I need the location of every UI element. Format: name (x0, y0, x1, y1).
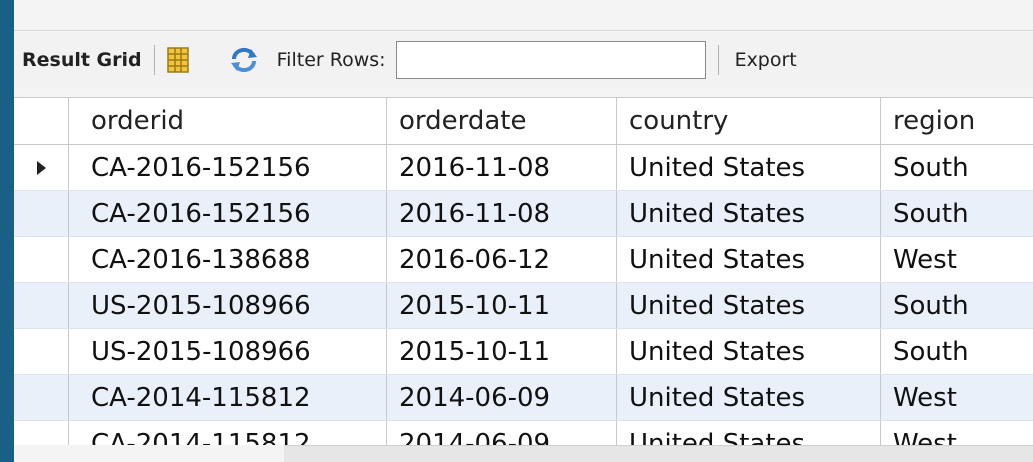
column-header-country[interactable]: country (617, 98, 881, 144)
cell-orderid[interactable]: CA-2016-138688 (69, 237, 387, 282)
cell-region[interactable]: South (881, 145, 1033, 190)
cell-country[interactable]: United States (617, 283, 881, 328)
table-row[interactable]: CA-2016-152156 2016-11-08 United States … (14, 145, 1033, 191)
row-header[interactable] (14, 375, 69, 420)
table-row[interactable]: US-2015-108966 2015-10-11 United States … (14, 329, 1033, 375)
cell-region[interactable]: South (881, 283, 1033, 328)
row-header[interactable] (14, 329, 69, 374)
column-header-orderdate[interactable]: orderdate (387, 98, 617, 144)
export-button[interactable]: Export (735, 49, 797, 71)
grid-footer-blank (14, 445, 284, 462)
cell-region[interactable]: South (881, 191, 1033, 236)
result-grid: orderid orderdate country region CA-2016… (14, 97, 1033, 462)
cell-orderdate[interactable]: 2016-11-08 (387, 191, 617, 236)
row-header[interactable] (14, 237, 69, 282)
result-grid-title[interactable]: Result Grid (22, 49, 142, 71)
table-row[interactable]: CA-2014-115812 2014-06-09 United States … (14, 375, 1033, 421)
cell-region[interactable]: West (881, 237, 1033, 282)
cell-orderdate[interactable]: 2015-10-11 (387, 283, 617, 328)
result-toolbar: Result Grid Filter Rows: Export (14, 31, 1033, 89)
cell-country[interactable]: United States (617, 237, 881, 282)
cell-orderdate[interactable]: 2015-10-11 (387, 329, 617, 374)
row-header[interactable] (14, 191, 69, 236)
table-row[interactable]: CA-2016-152156 2016-11-08 United States … (14, 191, 1033, 237)
cell-country[interactable]: United States (617, 191, 881, 236)
toolbar-separator-2 (717, 45, 719, 75)
horizontal-scrollbar[interactable] (284, 445, 1033, 462)
row-header-corner[interactable] (14, 98, 69, 144)
refresh-icon[interactable] (229, 47, 259, 73)
cell-orderid[interactable]: CA-2014-115812 (69, 375, 387, 420)
cell-country[interactable]: United States (617, 145, 881, 190)
cell-orderdate[interactable]: 2016-06-12 (387, 237, 617, 282)
cell-orderid[interactable]: US-2015-108966 (69, 329, 387, 374)
row-pointer-icon (36, 160, 46, 175)
cell-country[interactable]: United States (617, 329, 881, 374)
cell-region[interactable]: West (881, 375, 1033, 420)
cell-region[interactable]: South (881, 329, 1033, 374)
cell-orderid[interactable]: CA-2016-152156 (69, 191, 387, 236)
cell-orderdate[interactable]: 2016-11-08 (387, 145, 617, 190)
grid-columns-icon[interactable] (166, 47, 189, 73)
table-row[interactable]: CA-2016-138688 2016-06-12 United States … (14, 237, 1033, 283)
result-panel: Result Grid Filter Rows: Export orderid … (14, 0, 1033, 462)
cell-orderdate[interactable]: 2014-06-09 (387, 375, 617, 420)
column-header-orderid[interactable]: orderid (69, 98, 387, 144)
row-header[interactable] (14, 145, 69, 190)
filter-rows-label: Filter Rows: (276, 49, 386, 71)
toolbar-separator (153, 45, 155, 75)
filter-rows-input[interactable] (395, 41, 706, 79)
cell-country[interactable]: United States (617, 375, 881, 420)
column-header-region[interactable]: region (881, 98, 1033, 144)
editor-top-band (14, 0, 1033, 31)
grid-header-row: orderid orderdate country region (14, 98, 1033, 145)
row-header[interactable] (14, 283, 69, 328)
cell-orderid[interactable]: US-2015-108966 (69, 283, 387, 328)
cell-orderid[interactable]: CA-2016-152156 (69, 145, 387, 190)
table-row[interactable]: US-2015-108966 2015-10-11 United States … (14, 283, 1033, 329)
